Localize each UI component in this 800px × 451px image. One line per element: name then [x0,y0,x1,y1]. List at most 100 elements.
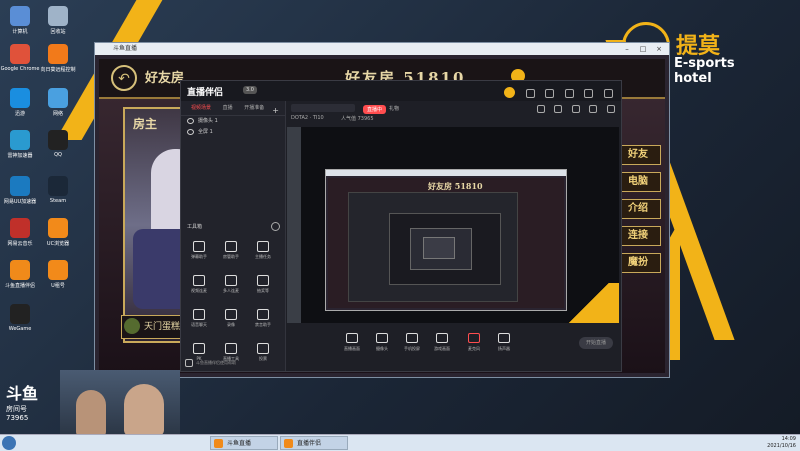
taskbar-item[interactable]: 斗鱼直播 [210,436,278,450]
desktop-icon[interactable]: QQ [38,130,78,158]
tool-label: 多人连麦 [223,288,239,293]
preview-window: 好友房 51810 [325,169,567,311]
desktop-icon-label: 向日葵远程控制 [40,67,76,73]
tool-icon [225,343,237,354]
start-button[interactable] [2,436,16,450]
category-select[interactable] [291,104,355,112]
owner-label: 房主 [133,117,158,131]
tools-header: 工具箱 [187,224,203,230]
start-live-button[interactable]: 开始直播 [579,337,613,349]
desktop-icon-label: 迅游 [14,111,25,117]
source-icon [406,333,418,343]
preview-nested-4 [423,237,455,259]
brand-en: E-sports hotel [674,56,735,86]
desktop-icon[interactable]: U租号 [38,260,78,289]
live-tag[interactable]: 直播中 [363,105,387,114]
tool-item[interactable]: 多人连麦 [215,273,247,307]
tool-item[interactable]: 弹幕助手 [183,239,215,273]
visibility-icon[interactable] [187,117,194,124]
platform-name: 斗鱼 [6,384,39,403]
tool-item[interactable]: 投票 [247,341,279,375]
desktop-icon[interactable]: 迅游 [0,88,40,117]
desktop-icon-label: 网络 [52,111,63,117]
desktop-icon[interactable]: UC浏览器 [38,218,78,247]
taskbar: 斗鱼直播 直播伴侣 14:09 2021/10/16 [0,434,800,451]
close-button[interactable]: × [651,43,667,55]
side-menu: 好友 电脑 介绍 连接 魔扮 [615,145,663,280]
tool-item[interactable]: 直播工具 [215,341,247,375]
source-button[interactable]: 扬声器 [491,333,517,352]
settings-icon[interactable] [564,89,574,98]
tool-item[interactable]: 语音聊天 [183,307,215,341]
desktop-icon[interactable]: 雷神加速器 [0,130,40,159]
desktop-icon[interactable]: 网易云音乐 [0,218,40,247]
message-icon[interactable] [525,89,535,98]
tool-item[interactable]: 录像 [215,307,247,341]
source-button[interactable]: 麦克风 [461,333,487,352]
stream-info: 直播中 礼物 DOTA2 · TI10 人气值 73965 [285,101,621,127]
source-label: 全屏 1 [198,129,213,135]
desktop-icon-label: Google Chrome [0,66,40,72]
source-button[interactable]: 游戏画面 [429,333,455,352]
avatar-icon[interactable] [504,87,516,98]
close-icon[interactable] [604,89,613,98]
lock-icon[interactable] [545,89,555,98]
add-source-icon[interactable]: + [272,104,279,118]
desktop-icons: 计算机 回收站 Google Chrome 向日葵远程控制迅游 网络雷神加速器 QQ 网易U… [0,0,76,430]
tool-item[interactable]: PK [183,341,215,375]
taskbar-item[interactable]: 直播伴侣 [280,436,348,450]
app-icon [10,130,30,150]
minimize-icon[interactable] [584,89,594,98]
live-stream-app[interactable]: 直播伴侣 3.0 视频场景 直播 开播准备 + 摄像头 1 全屏 1 工具箱 弹… [180,80,622,372]
source-item[interactable]: 摄像头 1 [181,116,285,127]
tab-live[interactable]: 直播 [223,105,233,111]
desktop-icon[interactable]: 计算机 [0,6,40,35]
source-item[interactable]: 全屏 1 [181,127,285,138]
tab-scene[interactable]: 视频场景 [191,105,211,111]
maximize-button[interactable]: □ [635,43,651,55]
webcam-person [124,384,164,436]
source-icon [468,333,480,343]
help-link[interactable]: 斗鱼直播伴侣使用帮助 [185,359,236,367]
preview-panel: 直播中 礼物 DOTA2 · TI10 人气值 73965 好友房 51810 [285,101,621,371]
game-window-titlebar[interactable]: 斗鱼直播 – □ × [95,43,669,55]
tools-info-icon[interactable] [271,222,280,231]
source-button[interactable]: 直播画面 [339,333,365,352]
share-icon[interactable] [607,105,615,113]
popularity: 人气值 73965 [341,116,374,122]
tool-item[interactable]: 禁言助手 [247,307,279,341]
tool-icon [225,309,237,320]
tool-item[interactable]: 抽奖等 [247,273,279,307]
desktop-icon-label: UC浏览器 [46,241,70,247]
tool-label: 禁言助手 [255,322,271,327]
system-clock[interactable]: 14:09 2021/10/16 [767,436,796,450]
visibility-icon[interactable] [187,128,194,135]
desktop-icon[interactable]: WeGame [0,304,40,332]
preview-desktop-strip [287,127,301,323]
lock-icon[interactable] [554,105,563,113]
tools-grid: 弹幕助手 房管助手 主播任务 视频连麦 多人连麦 抽奖等 语音聊天 录像 禁言助手 PK 直播工具 投… [183,239,283,375]
gift-tag[interactable]: 礼物 [389,105,399,112]
gift-icon[interactable] [571,105,580,113]
minimize-button[interactable]: – [619,43,635,55]
desktop-icon[interactable]: 网络 [38,88,78,117]
source-button[interactable]: 摄像头 [369,333,395,352]
desktop-icon[interactable]: 回收站 [38,6,78,35]
tool-item[interactable]: 主播任务 [247,239,279,273]
desktop-icon[interactable]: Steam [38,176,78,204]
tab-prepare[interactable]: 开播准备 [244,105,264,111]
scene-tabs: 视频场景 直播 开播准备 + [181,101,285,116]
desktop-icon[interactable]: 网易UU加速器 [0,176,40,205]
back-icon[interactable]: ↶ [111,65,137,91]
upload-icon[interactable] [536,105,545,113]
source-button[interactable]: 手机投屏 [399,333,425,352]
tool-item[interactable]: 视频连麦 [183,273,215,307]
desktop-icon-label: 计算机 [12,29,28,35]
tool-item[interactable]: 房管助手 [215,239,247,273]
stream-info-icons [529,105,615,115]
bell-icon[interactable] [589,105,598,113]
desktop-icon[interactable]: 斗鱼直播伴侣 [0,260,40,289]
stream-preview[interactable]: 好友房 51810 [287,127,619,323]
desktop-icon[interactable]: 向日葵远程控制 [38,44,78,73]
desktop-icon[interactable]: Google Chrome [0,44,40,72]
